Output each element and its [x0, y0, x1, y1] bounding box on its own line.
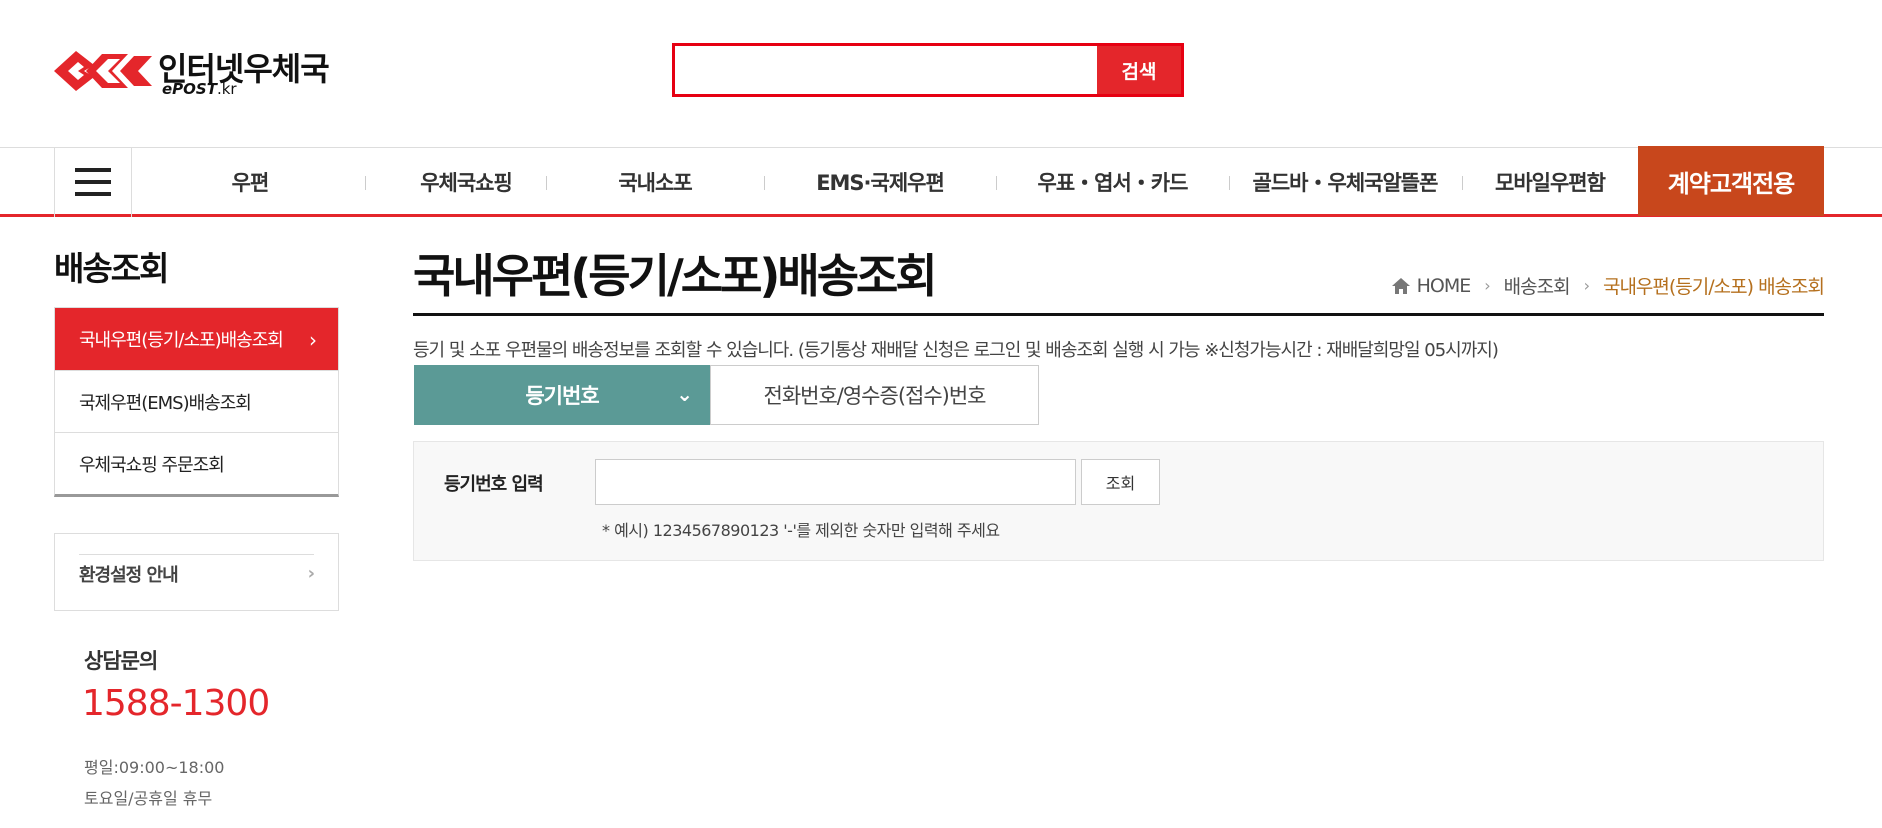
breadcrumb-level1[interactable]: 배송조회	[1504, 272, 1571, 299]
tab-phone-receipt-number[interactable]: 전화번호/영수증(접수)번호	[710, 365, 1039, 425]
tracking-number-label: 등기번호 입력	[444, 474, 544, 495]
search-tracking-button[interactable]: 조회	[1081, 459, 1160, 505]
nav-item-mobile-mailbox[interactable]: 모바일우편함	[1480, 148, 1620, 216]
input-hint: * 예시) 1234567890123 '-'를 제외한 숫자만 입력해 주세요	[602, 521, 1000, 540]
sidebar-item-domestic-tracking[interactable]: 국내우편(등기/소포)배송조회 ›	[55, 308, 338, 370]
all-menu-button[interactable]	[54, 147, 132, 217]
consult-phone: 1588-1300	[82, 683, 270, 724]
nav-item-mail[interactable]: 우편	[190, 148, 310, 216]
sidebar-item-shopping-order[interactable]: 우체국쇼핑 주문조회	[55, 432, 338, 494]
hamburger-menu-icon	[75, 168, 111, 196]
hours-weekday: 평일:09:00~18:00	[84, 758, 225, 777]
chevron-right-icon: ›	[1484, 276, 1490, 295]
contract-customer-button[interactable]: 계약고객전용	[1638, 146, 1824, 216]
tracking-number-input[interactable]	[595, 459, 1076, 505]
settings-guide-label: 환경설정 안내	[79, 564, 179, 586]
page-description: 등기 및 소포 우편물의 배송정보를 조회할 수 있습니다. (등기통상 재배달…	[413, 340, 1499, 361]
consult-hours: 평일:09:00~18:00 토요일/공휴일 휴무	[84, 752, 224, 814]
chevron-right-icon: ›	[307, 563, 315, 584]
logo-subtitle: ePOST.kr	[162, 80, 237, 98]
nav-item-stamps[interactable]: 우표・엽서・카드	[1025, 148, 1200, 216]
chevron-down-icon: ⌄	[676, 382, 693, 406]
nav-divider	[764, 176, 765, 190]
epost-logo[interactable]: 인터넷우체국 ePOST.kr	[54, 44, 334, 100]
consult-title: 상담문의	[84, 649, 158, 673]
sidebar-item-ems-tracking[interactable]: 국제우편(EMS)배송조회	[55, 370, 338, 432]
sidebar-item-label: 우체국쇼핑 주문조회	[79, 454, 225, 476]
breadcrumb-current: 국내우편(등기/소포) 배송조회	[1602, 276, 1825, 298]
chevron-right-icon: ›	[309, 328, 317, 352]
settings-guide-link[interactable]: 환경설정 안내 ›	[79, 554, 315, 592]
epost-logo-icon	[54, 51, 152, 91]
search-input[interactable]	[675, 46, 1097, 94]
tab-label: 전화번호/영수증(접수)번호	[763, 384, 987, 408]
tracking-form: 등기번호 입력 조회 * 예시) 1234567890123 '-'를 제외한 …	[413, 441, 1824, 561]
sidebar-item-label: 국내우편(등기/소포)배송조회	[79, 330, 284, 351]
hours-weekend: 토요일/공휴일 휴무	[84, 789, 213, 808]
sidebar-menu: 국내우편(등기/소포)배송조회 › 국제우편(EMS)배송조회 우체국쇼핑 주문…	[54, 307, 339, 497]
nav-item-ems[interactable]: EMS·국제우편	[800, 148, 960, 216]
nav-divider	[365, 176, 366, 190]
nav-divider	[546, 176, 547, 190]
search-button[interactable]: 검색	[1097, 46, 1181, 94]
nav-divider	[1229, 176, 1230, 190]
page-title: 국내우편(등기/소포)배송조회	[413, 249, 938, 303]
chevron-right-icon: ›	[1583, 276, 1590, 295]
title-divider	[413, 313, 1824, 316]
sidebar-title: 배송조회	[54, 249, 169, 288]
main-nav: 우편 우체국쇼핑 국내소포 EMS·국제우편 우표・엽서・카드 골드바・우체국알…	[0, 146, 1882, 217]
nav-item-shopping[interactable]: 우체국쇼핑	[396, 148, 536, 216]
tab-label: 등기번호	[525, 384, 599, 408]
tab-registered-number[interactable]: 등기번호 ⌄	[414, 365, 710, 425]
nav-item-domestic-parcel[interactable]: 국내소포	[590, 148, 720, 216]
breadcrumb-home[interactable]: HOME	[1417, 275, 1472, 297]
nav-item-goldbar[interactable]: 골드바・우체국알뜰폰	[1245, 148, 1445, 216]
breadcrumb: HOME › 배송조회 › 국내우편(등기/소포) 배송조회	[1391, 272, 1825, 299]
sidebar-item-label: 국제우편(EMS)배송조회	[79, 392, 252, 414]
nav-divider	[1462, 176, 1463, 190]
settings-guide-box: 환경설정 안내 ›	[54, 533, 339, 611]
search-bar: 검색	[672, 43, 1184, 97]
nav-divider	[996, 176, 997, 190]
home-icon	[1391, 277, 1410, 294]
